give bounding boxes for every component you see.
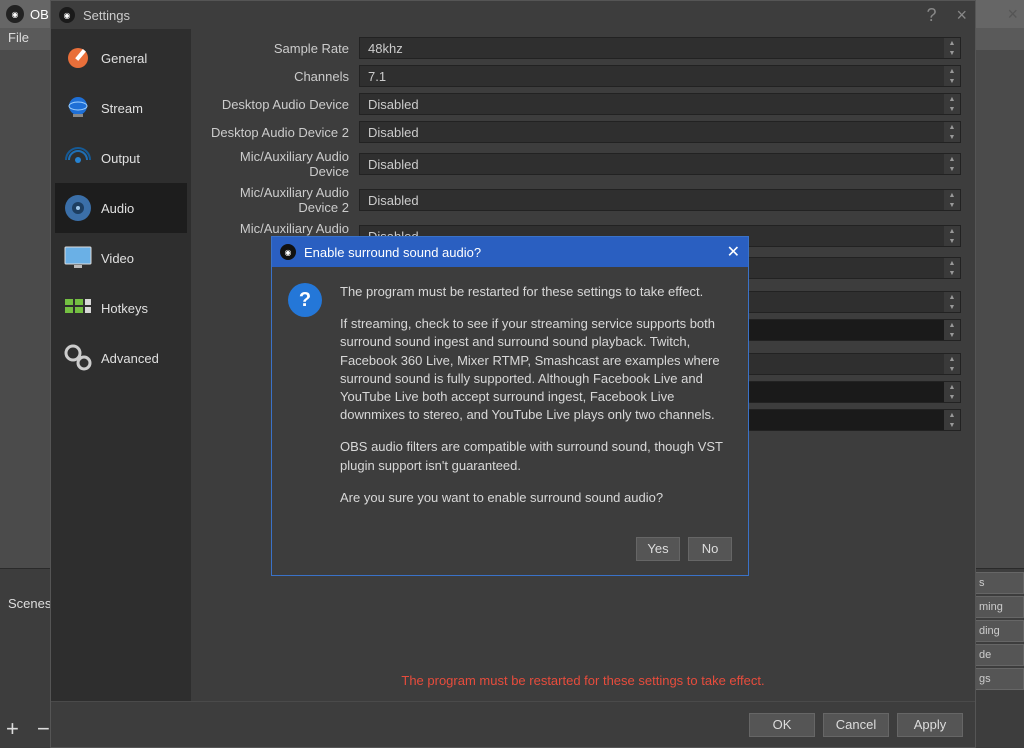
- main-title-short: OB: [30, 7, 49, 22]
- stepper-icon[interactable]: ▲▼: [944, 154, 960, 174]
- nav-advanced[interactable]: Advanced: [55, 333, 187, 383]
- channels-value: 7.1: [368, 69, 386, 84]
- channels-label: Channels: [199, 69, 359, 84]
- desktop-audio-2-value: Disabled: [368, 125, 419, 140]
- dialog-close-icon[interactable]: ✕: [727, 242, 740, 262]
- settings-footer: OK Cancel Apply: [51, 701, 975, 747]
- monitor-icon: [63, 243, 93, 273]
- micaux-2-value: Disabled: [368, 193, 419, 208]
- nav-label: Audio: [101, 201, 134, 216]
- settings-obs-icon: ◉: [59, 7, 75, 23]
- side-tab-0[interactable]: s: [974, 572, 1024, 594]
- stepper-icon[interactable]: ▲▼: [944, 122, 960, 142]
- desktop-audio-value: Disabled: [368, 97, 419, 112]
- stepper-icon[interactable]: ▲▼: [944, 354, 960, 374]
- stepper-icon[interactable]: ▲▼: [944, 320, 960, 340]
- micaux-label: Mic/Auxiliary Audio Device: [199, 149, 359, 179]
- broadcast-icon: [63, 143, 93, 173]
- wrench-icon: [63, 43, 93, 73]
- settings-title: Settings: [83, 8, 130, 23]
- stepper-icon[interactable]: ▲▼: [944, 38, 960, 58]
- stepper-icon[interactable]: ▲▼: [944, 410, 960, 430]
- file-menu[interactable]: File: [8, 30, 29, 45]
- stepper-icon[interactable]: ▲▼: [944, 382, 960, 402]
- dialog-p1: The program must be restarted for these …: [340, 283, 728, 301]
- close-icon[interactable]: ×: [956, 5, 967, 26]
- side-tab-2[interactable]: ding: [974, 620, 1024, 642]
- surround-dialog: ◉ Enable surround sound audio? ✕ ? The p…: [271, 236, 749, 576]
- yes-button[interactable]: Yes: [636, 537, 680, 561]
- settings-titlebar: ◉ Settings ? ×: [51, 1, 975, 29]
- desktop-audio-dropdown[interactable]: Disabled ▲▼: [359, 93, 961, 115]
- no-button[interactable]: No: [688, 537, 732, 561]
- obs-logo-icon: ◉: [6, 5, 24, 23]
- dialog-body: The program must be restarted for these …: [340, 283, 728, 521]
- cancel-button[interactable]: Cancel: [823, 713, 889, 737]
- stepper-icon[interactable]: ▲▼: [944, 226, 960, 246]
- gears-icon: [63, 343, 93, 373]
- nav-hotkeys[interactable]: Hotkeys: [55, 283, 187, 333]
- dialog-titlebar: ◉ Enable surround sound audio? ✕: [272, 237, 748, 267]
- stepper-icon[interactable]: ▲▼: [944, 190, 960, 210]
- settings-nav: General Stream Output Audio Video Hotkey…: [51, 29, 191, 701]
- nav-label: Output: [101, 151, 140, 166]
- stepper-icon[interactable]: ▲▼: [944, 258, 960, 278]
- nav-label: Hotkeys: [101, 301, 148, 316]
- side-tab-4[interactable]: gs: [974, 668, 1024, 690]
- nav-general[interactable]: General: [55, 33, 187, 83]
- scenes-add-remove[interactable]: + −: [6, 716, 56, 742]
- micaux-2-dropdown[interactable]: Disabled ▲▼: [359, 189, 961, 211]
- main-close-icon[interactable]: ×: [1007, 4, 1018, 25]
- dialog-p2: If streaming, check to see if your strea…: [340, 315, 728, 424]
- nav-video[interactable]: Video: [55, 233, 187, 283]
- micaux-2-label: Mic/Auxiliary Audio Device 2: [199, 185, 359, 215]
- keyboard-icon: [63, 293, 93, 323]
- restart-warning: The program must be restarted for these …: [191, 673, 975, 688]
- micaux-dropdown[interactable]: Disabled ▲▼: [359, 153, 961, 175]
- sample-rate-dropdown[interactable]: 48khz ▲▼: [359, 37, 961, 59]
- side-tab-1[interactable]: ming: [974, 596, 1024, 618]
- sample-rate-value: 48khz: [368, 41, 403, 56]
- dialog-p4: Are you sure you want to enable surround…: [340, 489, 728, 507]
- stepper-icon[interactable]: ▲▼: [944, 292, 960, 312]
- desktop-audio-label: Desktop Audio Device: [199, 97, 359, 112]
- nav-label: Video: [101, 251, 134, 266]
- globe-icon: [63, 93, 93, 123]
- help-icon[interactable]: ?: [926, 5, 936, 26]
- micaux-value: Disabled: [368, 157, 419, 172]
- stepper-icon[interactable]: ▲▼: [944, 66, 960, 86]
- scenes-label: Scenes: [8, 596, 51, 611]
- nav-stream[interactable]: Stream: [55, 83, 187, 133]
- desktop-audio-2-label: Desktop Audio Device 2: [199, 125, 359, 140]
- nav-label: Stream: [101, 101, 143, 116]
- nav-output[interactable]: Output: [55, 133, 187, 183]
- side-tab-3[interactable]: de: [974, 644, 1024, 666]
- apply-button[interactable]: Apply: [897, 713, 963, 737]
- nav-label: Advanced: [101, 351, 159, 366]
- speaker-icon: [63, 193, 93, 223]
- nav-audio[interactable]: Audio: [55, 183, 187, 233]
- sample-rate-label: Sample Rate: [199, 41, 359, 56]
- question-icon: ?: [288, 283, 322, 317]
- desktop-audio-2-dropdown[interactable]: Disabled ▲▼: [359, 121, 961, 143]
- dialog-title: Enable surround sound audio?: [304, 245, 481, 260]
- channels-dropdown[interactable]: 7.1 ▲▼: [359, 65, 961, 87]
- nav-label: General: [101, 51, 147, 66]
- stepper-icon[interactable]: ▲▼: [944, 94, 960, 114]
- ok-button[interactable]: OK: [749, 713, 815, 737]
- dialog-p3: OBS audio filters are compatible with su…: [340, 438, 728, 474]
- dialog-obs-icon: ◉: [280, 244, 296, 260]
